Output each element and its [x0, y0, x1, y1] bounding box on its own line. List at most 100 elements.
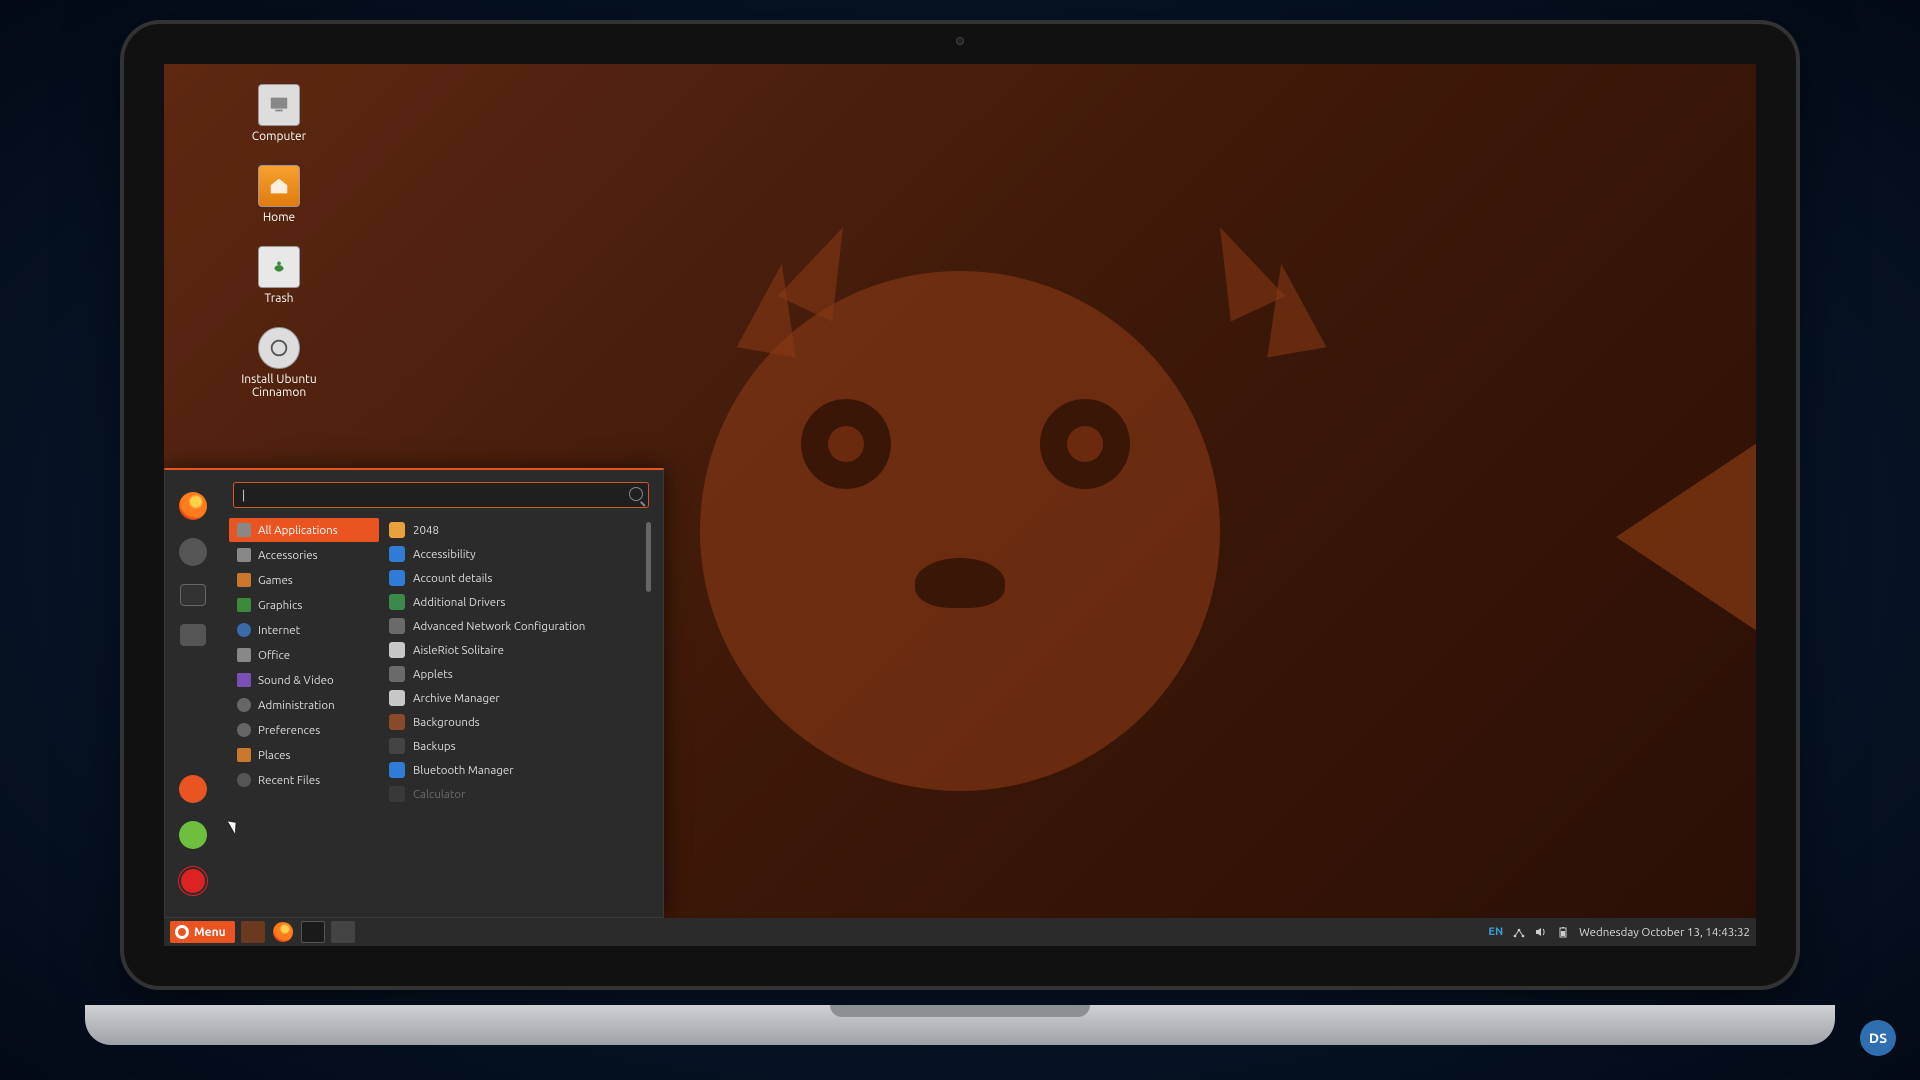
- lock-screen-icon[interactable]: [179, 775, 207, 803]
- app-calculator[interactable]: Calculator: [383, 782, 653, 806]
- category-games[interactable]: Games: [229, 568, 379, 592]
- app-label: 2048: [413, 524, 439, 537]
- app-icon: [389, 786, 405, 802]
- volume-icon[interactable]: [1535, 926, 1547, 938]
- app-icon: [389, 738, 405, 754]
- category-icon: [237, 748, 251, 762]
- category-internet[interactable]: Internet: [229, 618, 379, 642]
- trash-icon: [258, 246, 300, 288]
- menu-button[interactable]: Menu: [170, 921, 235, 943]
- clock[interactable]: Wednesday October 13, 14:43:32: [1579, 926, 1750, 939]
- laptop-base: [85, 1005, 1835, 1045]
- app-label: Applets: [413, 668, 453, 681]
- app-icon: [389, 762, 405, 778]
- app-label: Accessibility: [413, 548, 476, 561]
- app-label: Calculator: [413, 788, 465, 801]
- install-icon: [258, 327, 300, 369]
- menu-search: [233, 482, 649, 508]
- category-icon: [237, 773, 251, 787]
- category-all-applications[interactable]: All Applications: [229, 518, 379, 542]
- app-icon: [389, 714, 405, 730]
- category-recent-files[interactable]: Recent Files: [229, 768, 379, 792]
- home-icon: [258, 165, 300, 207]
- app-aisleriot-solitaire[interactable]: AisleRiot Solitaire: [383, 638, 653, 662]
- taskbar-firefox-icon[interactable]: [271, 921, 295, 943]
- search-icon: [629, 487, 643, 501]
- category-label: Graphics: [258, 599, 302, 612]
- desktop-icon-home[interactable]: Home: [224, 165, 334, 224]
- category-office[interactable]: Office: [229, 643, 379, 667]
- app-icon: [389, 618, 405, 634]
- app-backups[interactable]: Backups: [383, 734, 653, 758]
- desktop-icon-label: Home: [263, 211, 295, 224]
- app-bluetooth-manager[interactable]: Bluetooth Manager: [383, 758, 653, 782]
- category-preferences[interactable]: Preferences: [229, 718, 379, 742]
- power-icon[interactable]: [179, 867, 207, 895]
- desktop-icon-trash[interactable]: Trash: [224, 246, 334, 305]
- logout-icon[interactable]: [179, 821, 207, 849]
- category-accessories[interactable]: Accessories: [229, 543, 379, 567]
- category-icon: [237, 648, 251, 662]
- taskbar-terminal-icon[interactable]: [301, 921, 325, 943]
- app-2048[interactable]: 2048: [383, 518, 653, 542]
- app-advanced-network-configuration[interactable]: Advanced Network Configuration: [383, 614, 653, 638]
- app-icon: [389, 522, 405, 538]
- desktop-screen: Computer Home Trash Install Ubuntu Cinna…: [164, 64, 1756, 946]
- show-desktop-button[interactable]: [241, 921, 265, 943]
- ubuntu-logo-icon: [175, 925, 189, 939]
- category-icon: [237, 623, 251, 637]
- category-label: Office: [258, 649, 290, 662]
- app-archive-manager[interactable]: Archive Manager: [383, 686, 653, 710]
- category-graphics[interactable]: Graphics: [229, 593, 379, 617]
- app-applets[interactable]: Applets: [383, 662, 653, 686]
- category-places[interactable]: Places: [229, 743, 379, 767]
- app-label: Backgrounds: [413, 716, 480, 729]
- category-label: Games: [258, 574, 293, 587]
- favorite-terminal-icon[interactable]: [180, 584, 206, 606]
- app-account-details[interactable]: Account details: [383, 566, 653, 590]
- keyboard-layout-indicator[interactable]: EN: [1488, 926, 1503, 938]
- menu-categories: All Applications Accessories Games Graphics…: [229, 518, 379, 911]
- desktop-icon-install[interactable]: Install Ubuntu Cinnamon: [224, 327, 334, 399]
- category-icon: [237, 673, 251, 687]
- category-administration[interactable]: Administration: [229, 693, 379, 717]
- app-icon: [389, 546, 405, 562]
- desktop-icons: Computer Home Trash Install Ubuntu Cinna…: [224, 84, 334, 399]
- ds-badge: DS: [1860, 1020, 1896, 1056]
- desktop-icon-label: Install Ubuntu Cinnamon: [224, 373, 334, 399]
- app-icon: [389, 666, 405, 682]
- app-icon: [389, 690, 405, 706]
- app-additional-drivers[interactable]: Additional Drivers: [383, 590, 653, 614]
- menu-favorites-column: [165, 470, 221, 917]
- category-icon: [237, 598, 251, 612]
- category-label: Internet: [258, 624, 300, 637]
- app-label: Account details: [413, 572, 492, 585]
- app-accessibility[interactable]: Accessibility: [383, 542, 653, 566]
- app-label: Advanced Network Configuration: [413, 620, 585, 633]
- category-label: All Applications: [258, 524, 338, 537]
- apps-scrollbar[interactable]: [646, 522, 651, 592]
- app-icon: [389, 642, 405, 658]
- battery-icon[interactable]: [1557, 926, 1569, 938]
- category-label: Accessories: [258, 549, 318, 562]
- app-label: Backups: [413, 740, 456, 753]
- taskbar-files-icon[interactable]: [331, 921, 355, 943]
- menu-applications: 2048 Accessibility Account details Addition…: [383, 518, 653, 911]
- desktop-icon-label: Trash: [264, 292, 293, 305]
- app-label: Archive Manager: [413, 692, 500, 705]
- taskbar: Menu EN Wednesday October 13, 14:43:32: [164, 918, 1756, 946]
- category-icon: [237, 698, 251, 712]
- start-menu: All Applications Accessories Games Graphics…: [164, 468, 664, 918]
- category-sound-video[interactable]: Sound & Video: [229, 668, 379, 692]
- search-input[interactable]: [233, 482, 649, 508]
- category-icon: [237, 573, 251, 587]
- app-label: AisleRiot Solitaire: [413, 644, 504, 657]
- favorite-firefox-icon[interactable]: [179, 492, 207, 520]
- network-icon[interactable]: [1513, 926, 1525, 938]
- app-icon: [389, 570, 405, 586]
- computer-icon: [258, 84, 300, 126]
- desktop-icon-computer[interactable]: Computer: [224, 84, 334, 143]
- favorite-settings-icon[interactable]: [179, 538, 207, 566]
- app-backgrounds[interactable]: Backgrounds: [383, 710, 653, 734]
- favorite-files-icon[interactable]: [180, 624, 206, 646]
